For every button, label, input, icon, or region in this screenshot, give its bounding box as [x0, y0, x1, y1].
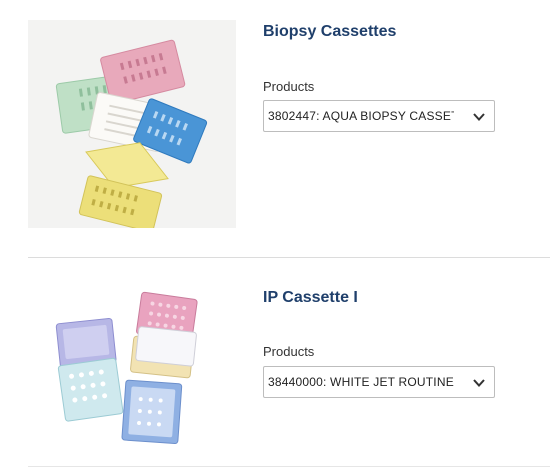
selected-product-value: 3802447: AQUA BIOPSY CASSETTE [268, 109, 454, 123]
chevron-down-icon [472, 376, 486, 390]
products-label: Products [263, 344, 315, 359]
product-card-biopsy-cassettes: Biopsy Cassettes Products 3802447: AQUA … [0, 0, 550, 257]
products-label: Products [263, 79, 315, 94]
ip-cassette-image[interactable] [38, 280, 226, 462]
product-title[interactable]: Biopsy Cassettes [263, 23, 396, 41]
product-select[interactable]: 3802447: AQUA BIOPSY CASSETTE [263, 100, 495, 132]
product-card-ip-cassette: IP Cassette I Products 38440000: WHITE J… [0, 258, 550, 469]
product-select[interactable]: 38440000: WHITE JET ROUTINE [263, 366, 495, 398]
selected-product-value: 38440000: WHITE JET ROUTINE [268, 375, 454, 389]
chevron-down-icon [472, 110, 486, 124]
biopsy-cassettes-image[interactable] [28, 20, 236, 228]
product-title[interactable]: IP Cassette I [263, 289, 358, 307]
section-divider [28, 466, 550, 467]
